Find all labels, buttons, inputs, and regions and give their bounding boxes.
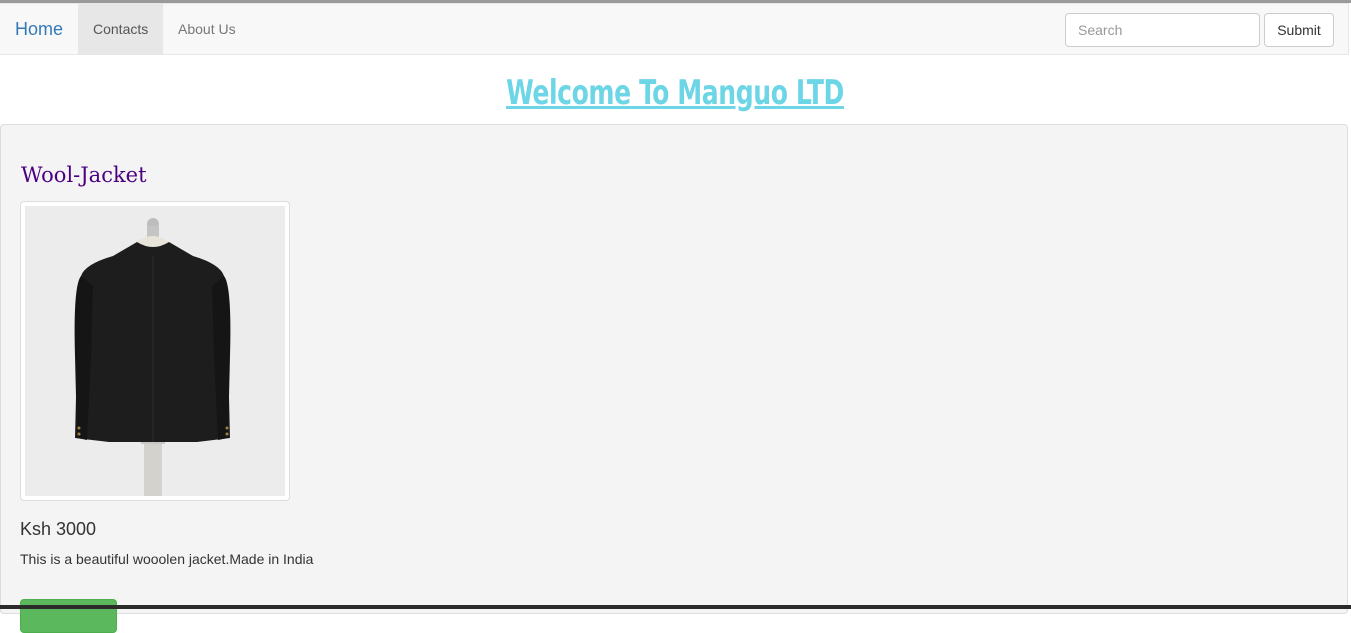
nav-item-about-us[interactable]: About Us bbox=[163, 4, 251, 54]
product-image bbox=[25, 206, 285, 496]
brand-home-link[interactable]: Home bbox=[15, 4, 63, 54]
product-name: Wool-Jacket bbox=[21, 163, 147, 187]
page-title-link[interactable]: Welcome To Manguo LTD bbox=[507, 55, 845, 131]
page-title: Welcome To Manguo LTD bbox=[0, 55, 1351, 123]
window-bottom-border bbox=[0, 605, 1351, 609]
product-description: This is a beautiful wooolen jacket.Made … bbox=[20, 551, 314, 567]
jacket-image-icon bbox=[25, 206, 285, 496]
product-panel: Wool-Jacket Ksh 3000 This is a beautiful… bbox=[0, 124, 1348, 633]
product-price: Ksh 3000 bbox=[20, 519, 97, 539]
navbar: Home Contacts About Us Submit bbox=[0, 3, 1349, 55]
product-thumbnail bbox=[20, 201, 290, 501]
search-input[interactable] bbox=[1065, 13, 1260, 47]
nav-item-contacts[interactable]: Contacts bbox=[78, 4, 163, 54]
submit-button[interactable]: Submit bbox=[1264, 13, 1334, 47]
